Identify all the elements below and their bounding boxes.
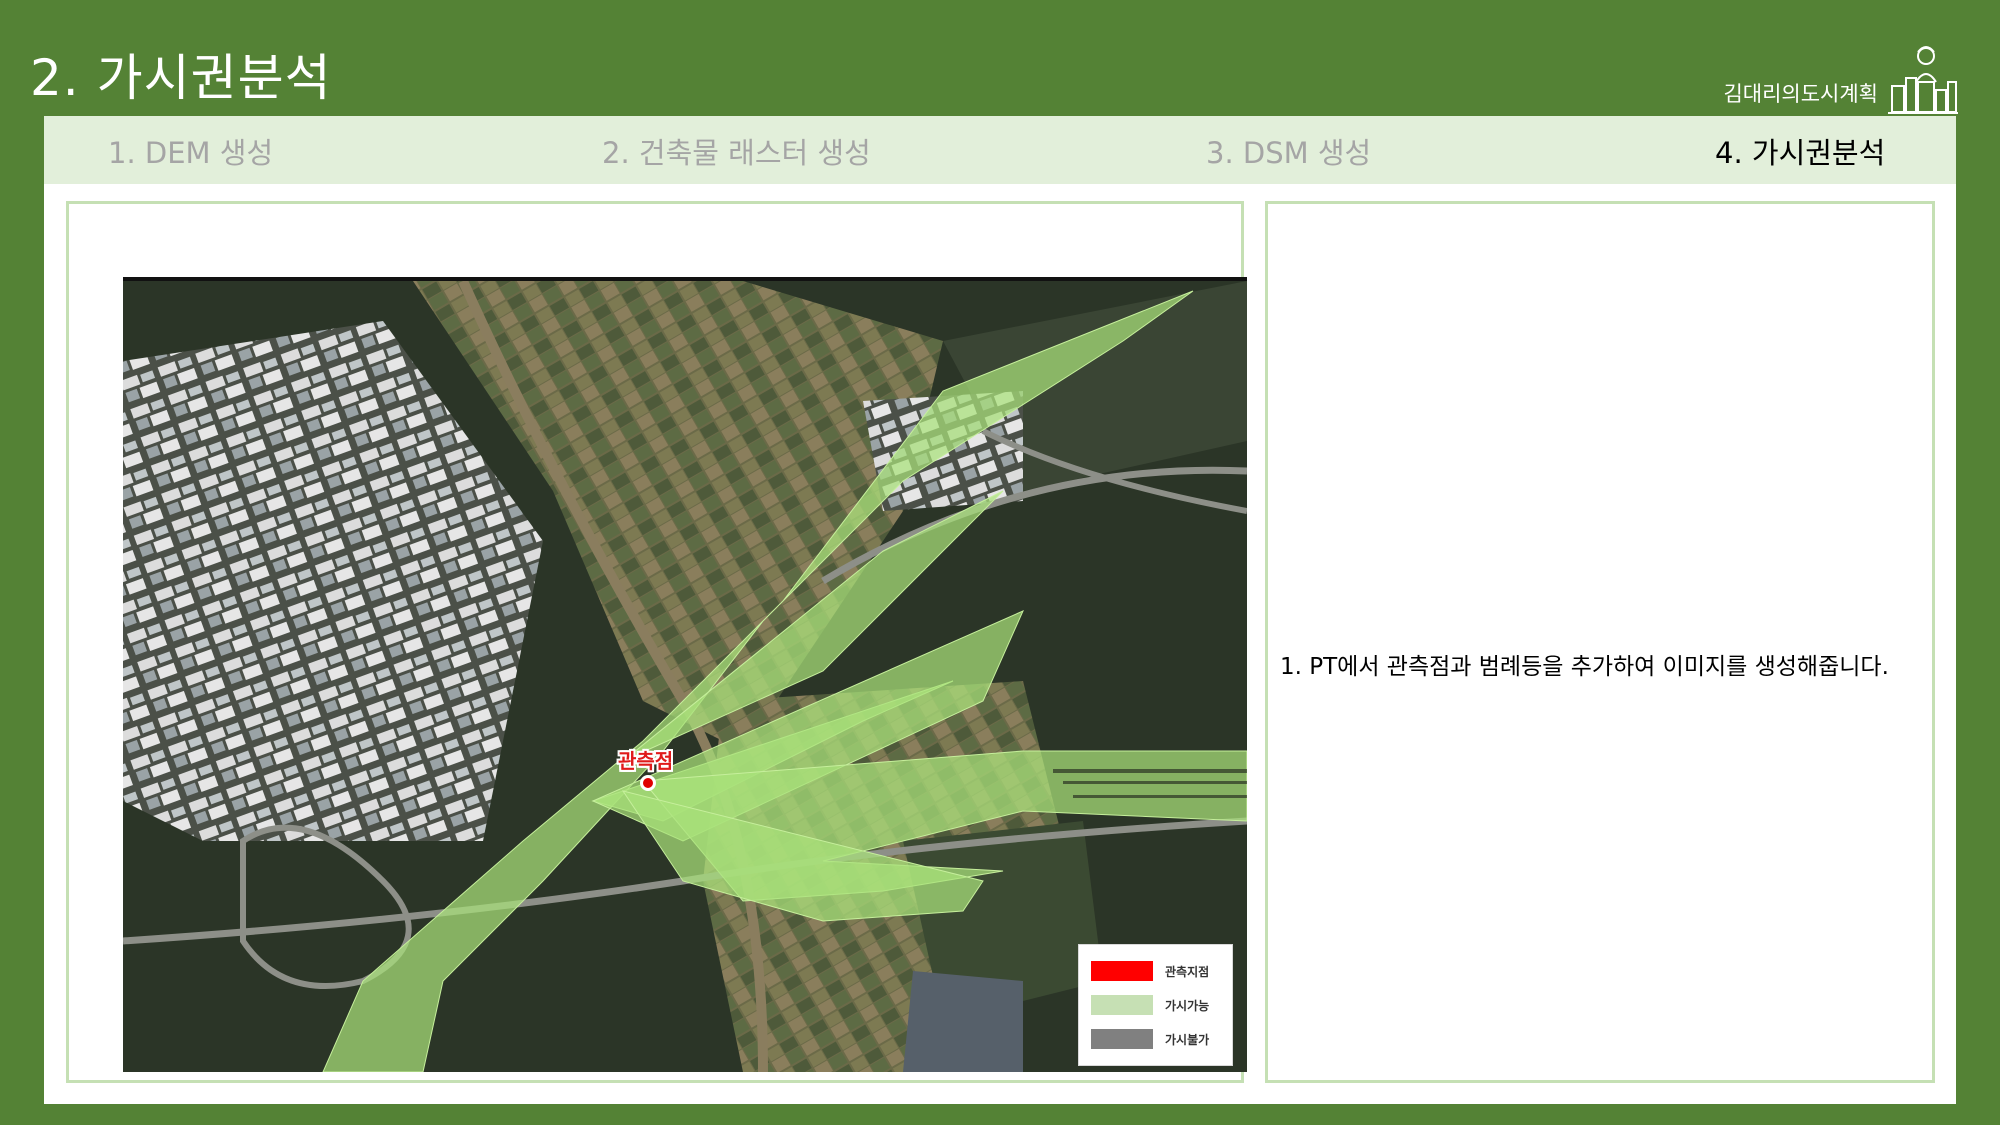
brand-name: 김대리의도시계획 [1723,82,1878,106]
description-text: 1. PT에서 관측점과 범례등을 추가하여 이미지를 생성해줍니다. [1280,654,1889,680]
image-panel: 관측점 관측지점 가시가능 가시불가 [66,201,1247,1083]
observation-point-label: 관측점 [618,749,674,773]
viewshed-map: 관측점 관측지점 가시가능 가시불가 [123,277,1247,1072]
legend-item: 관측지점 [1091,961,1209,981]
legend-swatch-observation [1091,961,1153,981]
observation-point-marker [640,775,656,791]
tab-dsm[interactable]: 3. DSM 생성 [1206,130,1371,172]
city-planner-logo-icon [1888,46,1958,114]
description-panel: 1. PT에서 관측점과 범례등을 추가하여 이미지를 생성해줍니다. [1265,201,1935,1083]
tab-dem[interactable]: 1. DEM 생성 [108,130,273,172]
slide-title: 2. 가시권분석 [30,49,332,107]
legend-swatch-invisible [1091,1029,1153,1049]
tab-bar: 1. DEM 생성 2. 건축물 래스터 생성 3. DSM 생성 4. 가시권… [44,116,1956,184]
legend-swatch-visible [1091,995,1153,1015]
content-area: 관측점 관측지점 가시가능 가시불가 1. PT에서 관측점과 범례등을 추가하… [44,184,1956,1104]
legend-item: 가시불가 [1091,1029,1209,1049]
legend-item: 가시가능 [1091,995,1209,1015]
legend-label: 관측지점 [1165,964,1210,979]
tab-viewshed-analysis[interactable]: 4. 가시권분석 [1715,130,1885,172]
legend-label: 가시불가 [1165,1032,1210,1047]
map-legend: 관측지점 가시가능 가시불가 [1078,944,1233,1066]
legend-label: 가시가능 [1165,998,1210,1013]
brand: 김대리의도시계획 [1723,42,1958,116]
tab-building-raster[interactable]: 2. 건축물 래스터 생성 [602,130,871,172]
